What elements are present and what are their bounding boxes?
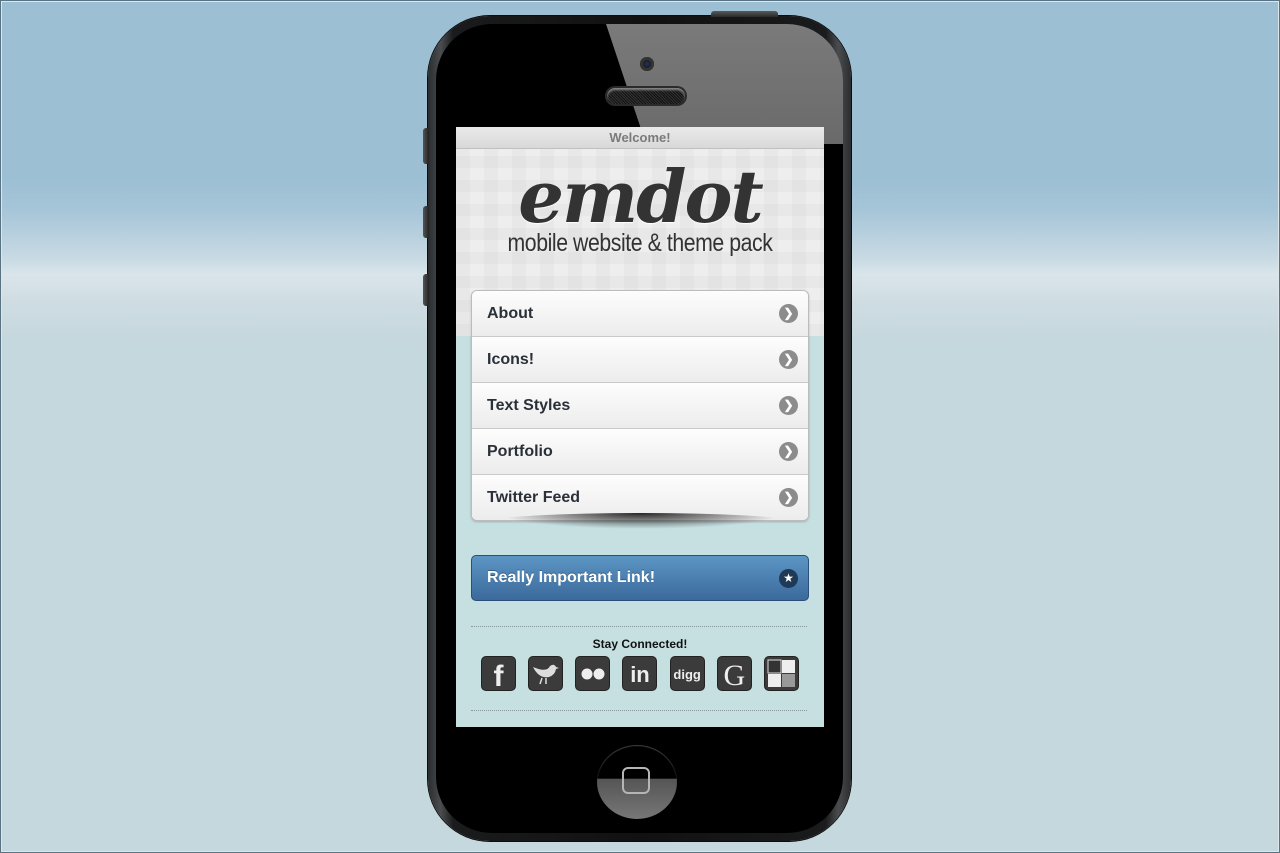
chevron-right-icon: ❯ xyxy=(779,442,798,461)
divider xyxy=(471,710,807,711)
volume-up-button xyxy=(423,206,429,238)
social-icons: f in digg G xyxy=(481,656,799,691)
menu-item-label: Portfolio xyxy=(487,443,553,460)
chevron-right-icon: ❯ xyxy=(779,488,798,507)
menu-item-portfolio[interactable]: Portfolio ❯ xyxy=(472,428,808,474)
google-icon[interactable]: G xyxy=(716,656,752,691)
important-link-label: Really Important Link! xyxy=(487,569,656,586)
page-title: Welcome! xyxy=(456,127,824,149)
delicious-icon[interactable] xyxy=(763,656,799,691)
logo: emdot mobile website & theme pack xyxy=(456,157,824,258)
twitter-icon[interactable] xyxy=(528,656,564,691)
menu-item-label: Text Styles xyxy=(487,397,571,414)
mute-switch xyxy=(423,128,429,164)
menu-item-about[interactable]: About ❯ xyxy=(472,291,808,336)
home-square-icon xyxy=(622,767,650,794)
earpiece-speaker xyxy=(607,88,685,104)
digg-icon[interactable]: digg xyxy=(669,656,705,691)
social-heading: Stay Connected! xyxy=(592,637,688,651)
nav-menu: About ❯ Icons! ❯ Text Styles ❯ Portfolio… xyxy=(471,290,809,521)
logo-title: emdot xyxy=(518,154,764,239)
bird-glyph xyxy=(533,664,560,685)
flickr-icon[interactable] xyxy=(575,656,611,691)
linkedin-icon[interactable]: in xyxy=(622,656,658,691)
logo-subtitle: mobile website & theme pack xyxy=(507,229,773,257)
divider xyxy=(471,626,807,627)
chevron-right-icon: ❯ xyxy=(779,304,798,323)
star-icon: ★ xyxy=(779,569,798,588)
flickr-glyph xyxy=(581,668,605,680)
menu-drop-shadow xyxy=(496,513,786,529)
front-camera-icon xyxy=(640,57,654,71)
power-button xyxy=(711,11,778,17)
menu-item-text-styles[interactable]: Text Styles ❯ xyxy=(472,382,808,428)
facebook-icon[interactable]: f xyxy=(481,656,516,691)
chevron-right-icon: ❯ xyxy=(779,396,798,415)
menu-item-label: Icons! xyxy=(487,351,535,368)
screen-glare xyxy=(606,24,843,144)
menu-item-label: About xyxy=(487,305,534,322)
delicious-glyph xyxy=(767,659,795,687)
home-button[interactable] xyxy=(597,745,677,819)
important-link-button[interactable]: Really Important Link! ★ xyxy=(471,555,809,601)
phone-screen: Welcome! emdot mobile website & theme pa… xyxy=(456,127,824,727)
menu-item-icons[interactable]: Icons! ❯ xyxy=(472,336,808,382)
chevron-right-icon: ❯ xyxy=(779,350,798,369)
volume-down-button xyxy=(423,274,429,306)
